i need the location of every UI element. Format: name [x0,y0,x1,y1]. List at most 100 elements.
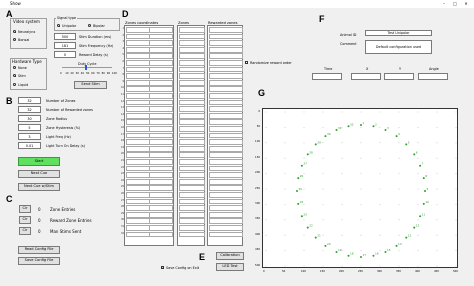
table-cell[interactable] [126,99,150,106]
table-cell[interactable] [126,106,150,112]
table-cell[interactable] [179,93,205,99]
table-cell[interactable] [126,178,150,185]
table-cell[interactable] [126,27,150,33]
table-cell[interactable] [179,126,205,132]
table-cell[interactable] [179,152,205,159]
table-cell[interactable] [126,40,150,46]
table-cell[interactable] [149,225,173,231]
table-cell[interactable] [126,211,150,218]
table-cell[interactable] [149,139,173,145]
table-cell[interactable] [179,119,205,126]
table-cell[interactable] [209,185,243,192]
table-cell[interactable] [179,198,205,205]
table-cell[interactable] [126,185,150,192]
table-cell[interactable] [209,40,243,46]
duty-cycle-slider[interactable] [85,65,87,70]
table-cell[interactable] [149,205,173,211]
send-stim-button[interactable]: Send Stim [74,81,107,89]
table-cell[interactable] [179,79,205,86]
table-cell[interactable] [126,139,150,145]
table-cell[interactable] [179,192,205,198]
table-cell[interactable] [149,185,173,192]
table-cell[interactable] [179,33,205,40]
table-cell[interactable] [149,79,173,86]
table-cell[interactable] [126,192,150,198]
table-cell[interactable] [209,126,243,132]
table-cell[interactable] [179,145,205,152]
table-cell[interactable] [126,119,150,126]
table-cell[interactable] [179,205,205,211]
table-cell[interactable] [179,66,205,73]
clear-stims-button[interactable]: Clr [19,227,31,235]
table-cell[interactable] [179,86,205,93]
table-cell[interactable] [209,218,243,225]
table-cell[interactable] [179,99,205,106]
table-cell[interactable] [149,159,173,165]
table-cell[interactable] [126,225,150,231]
table-cell[interactable] [149,165,173,172]
hardware-none-radio[interactable] [13,66,16,69]
clear-reward-entries-button[interactable]: Clr [19,216,31,224]
table-cell[interactable] [149,126,173,132]
table-cell[interactable] [209,93,243,99]
table-cell[interactable] [179,178,205,185]
table-cell[interactable] [179,139,205,145]
table-cell[interactable] [149,60,173,66]
table-cell[interactable] [179,60,205,66]
table-cell[interactable] [209,86,243,93]
table-cell[interactable] [149,145,173,152]
next-cue-stim-button[interactable]: Next Cue w/Stim [18,183,60,191]
maximize-button[interactable]: □ [451,1,459,7]
light-delay-input[interactable]: 0.01 [18,142,41,149]
neuralynx-radio[interactable] [13,30,16,33]
table-cell[interactable] [209,178,243,185]
table-cell[interactable] [179,211,205,218]
table-cell[interactable] [209,165,243,172]
table-cell[interactable] [179,225,205,231]
table-cell[interactable] [126,198,150,205]
table-cell[interactable] [126,46,150,53]
minimize-button[interactable]: – [440,1,448,7]
table-cell[interactable] [126,172,150,178]
randomize-checkbox[interactable] [245,61,248,64]
table-cell[interactable] [179,159,205,165]
number-of-zones-input[interactable]: 32 [18,97,41,104]
table-cell[interactable] [209,132,243,139]
table-cell[interactable] [209,172,243,178]
table-cell[interactable] [179,165,205,172]
table-cell[interactable] [209,159,243,165]
table-cell[interactable] [209,106,243,112]
start-button[interactable]: Start [18,157,60,166]
table-cell[interactable] [179,231,205,238]
table-cell[interactable] [209,66,243,73]
hardware-stim-radio[interactable] [13,74,16,77]
table-cell[interactable] [149,218,173,225]
comment-input[interactable]: Default configuration used [365,40,432,54]
table-cell[interactable] [179,132,205,139]
table-cell[interactable] [149,112,173,119]
light-freq-input[interactable]: 3 [18,133,41,140]
table-cell[interactable] [209,73,243,79]
table-cell[interactable] [126,231,150,238]
table-cell[interactable] [209,198,243,205]
table-cell[interactable] [179,106,205,112]
table-cell[interactable] [179,27,205,33]
table-cell[interactable] [179,53,205,60]
table-cell[interactable] [149,198,173,205]
led-test-button[interactable]: LED Test [216,263,244,271]
read-config-button[interactable]: Read Config File [18,246,60,254]
zone-hysteresis-input[interactable]: 5 [18,124,41,131]
table-cell[interactable] [126,73,150,79]
table-cell[interactable] [209,139,243,145]
bipolar-radio[interactable] [88,24,91,27]
bonsai-radio[interactable] [13,38,16,41]
table-cell[interactable] [209,211,243,218]
table-cell[interactable] [209,145,243,152]
hardware-liquid-radio[interactable] [13,83,16,86]
table-cell[interactable] [149,53,173,60]
table-cell[interactable] [149,172,173,178]
table-cell[interactable] [126,79,150,86]
table-cell[interactable] [179,185,205,192]
table-cell[interactable] [149,132,173,139]
table-cell[interactable] [179,40,205,46]
